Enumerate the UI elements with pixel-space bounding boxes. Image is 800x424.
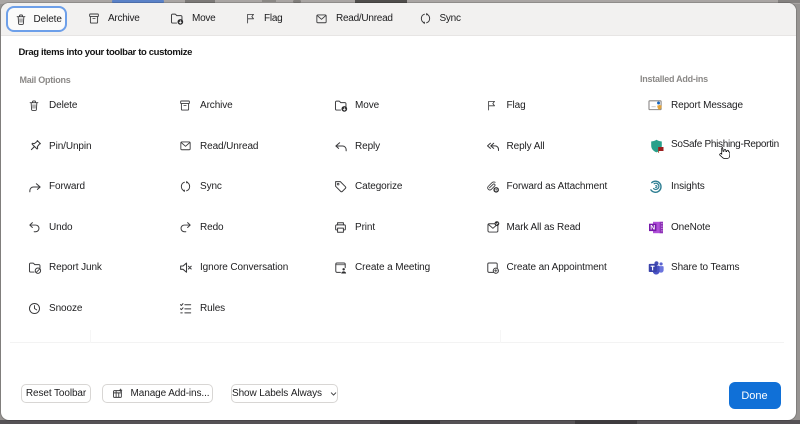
svg-text:N: N: [650, 224, 655, 231]
